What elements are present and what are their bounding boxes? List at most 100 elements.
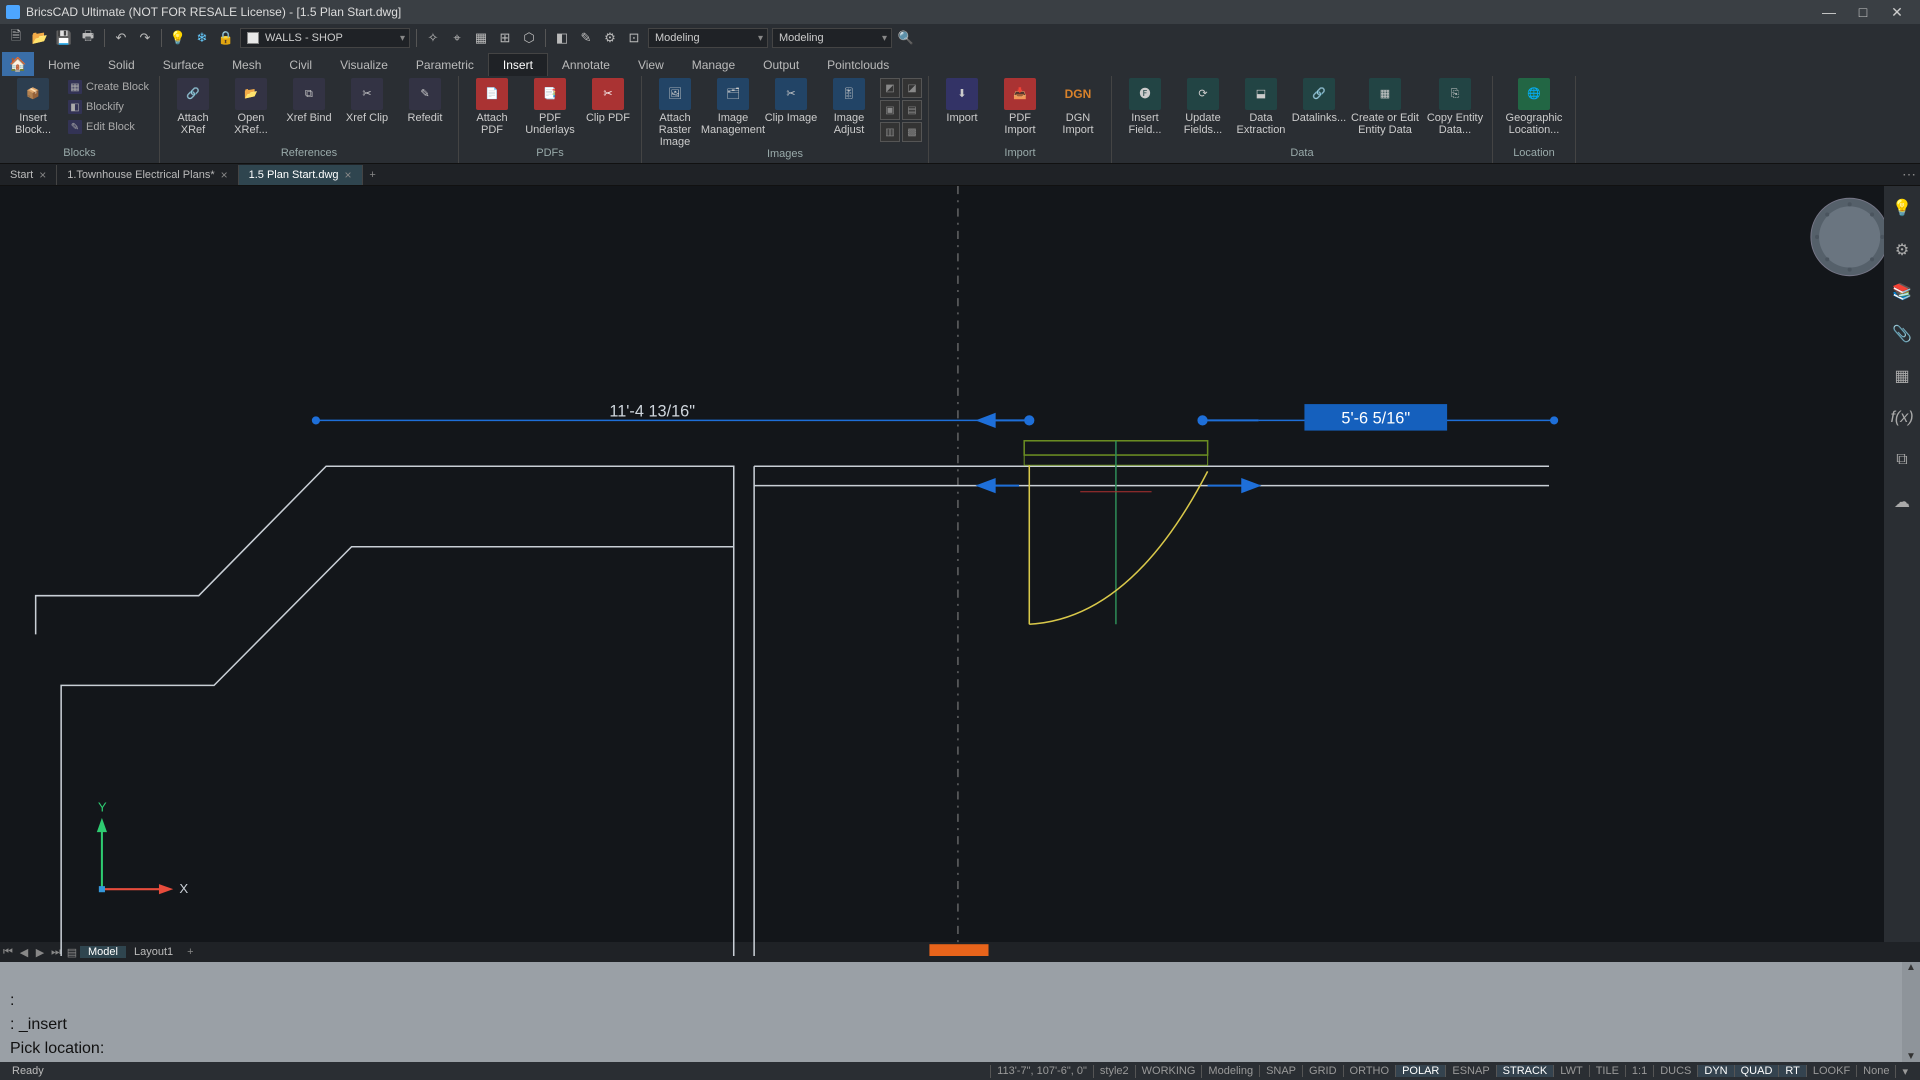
ribbon-tab-parametric[interactable]: Parametric — [402, 54, 488, 76]
ribbon-tab-view[interactable]: View — [624, 54, 678, 76]
ribbon-tab-surface[interactable]: Surface — [149, 54, 218, 76]
xref-bind-button[interactable]: ⧉Xref Bind — [282, 78, 336, 124]
tabs-overflow-icon[interactable]: ⋯ — [1902, 166, 1916, 183]
status-toggle-lookf[interactable]: LOOKF — [1806, 1065, 1856, 1077]
refedit-button[interactable]: ✎Refedit — [398, 78, 452, 124]
doc-tab-townhouse[interactable]: 1.Townhouse Electrical Plans*× — [57, 165, 238, 185]
workspace-dropdown-a[interactable]: Modeling — [648, 28, 768, 48]
layers-icon[interactable]: 📚 — [1890, 280, 1914, 304]
structure-icon[interactable]: ▦ — [1890, 364, 1914, 388]
insert-field-button[interactable]: 🅕Insert Field... — [1118, 78, 1172, 136]
tool-icon[interactable]: ⚙ — [600, 28, 620, 48]
status-toggle-1:1[interactable]: 1:1 — [1625, 1065, 1653, 1077]
pdf-underlays-button[interactable]: 📑PDF Underlays — [523, 78, 577, 136]
close-tab-icon[interactable]: × — [39, 168, 46, 182]
blocks-icon[interactable]: ⧉ — [1890, 448, 1914, 472]
status-toggle-ortho[interactable]: ORTHO — [1343, 1065, 1396, 1077]
attach-xref-button[interactable]: 🔗Attach XRef — [166, 78, 220, 136]
copy-entity-data-button[interactable]: ⎘Copy Entity Data... — [1424, 78, 1486, 136]
status-toggle-grid[interactable]: GRID — [1302, 1065, 1343, 1077]
image-adjust-button[interactable]: 🎚Image Adjust — [822, 78, 876, 136]
tips-icon[interactable]: 💡 — [1890, 196, 1914, 220]
image-mini-button[interactable]: ◪ — [902, 78, 922, 98]
add-document-button[interactable]: + — [363, 169, 383, 181]
update-fields-button[interactable]: ⟳Update Fields... — [1176, 78, 1230, 136]
image-mini-button[interactable]: ◩ — [880, 78, 900, 98]
geographic-location-button[interactable]: 🌐Geographic Location... — [1499, 78, 1569, 136]
status-toggle-dyn[interactable]: DYN — [1697, 1065, 1733, 1077]
layer-dropdown[interactable]: WALLS - SHOP — [240, 28, 410, 48]
tool-icon[interactable]: ⊡ — [624, 28, 644, 48]
maximize-button[interactable]: □ — [1846, 2, 1880, 22]
blockify-button[interactable]: ◧Blockify — [64, 98, 153, 116]
create-entity-data-button[interactable]: ▦Create or Edit Entity Data — [1350, 78, 1420, 136]
status-toggle-esnap[interactable]: ESNAP — [1445, 1065, 1495, 1077]
close-button[interactable]: ✕ — [1880, 2, 1914, 22]
clip-image-button[interactable]: ✂Clip Image — [764, 78, 818, 124]
settings-icon[interactable]: ⚙ — [1890, 238, 1914, 262]
save-icon[interactable]: 💾 — [54, 28, 74, 48]
search-icon[interactable]: 🔍 — [896, 28, 916, 48]
layer-freeze-icon[interactable]: ❄ — [192, 28, 212, 48]
image-mini-button[interactable]: ▥ — [880, 122, 900, 142]
ribbon-tab-insert[interactable]: Insert — [488, 53, 548, 76]
new-icon[interactable]: 🗎 — [6, 28, 26, 48]
open-icon[interactable]: 📂 — [30, 28, 50, 48]
status-toggle-polar[interactable]: POLAR — [1395, 1065, 1445, 1077]
status-toggle-quad[interactable]: QUAD — [1734, 1065, 1779, 1077]
ribbon-tab-home[interactable]: Home — [34, 54, 94, 76]
pdf-import-button[interactable]: 📥PDF Import — [993, 78, 1047, 136]
attachments-icon[interactable]: 📎 — [1890, 322, 1914, 346]
datalinks-button[interactable]: 🔗Datalinks... — [1292, 78, 1346, 124]
insert-block-button[interactable]: 📦 Insert Block... — [6, 78, 60, 136]
print-icon[interactable]: 🖶 — [78, 28, 98, 48]
minimize-button[interactable]: — — [1812, 2, 1846, 22]
status-toggle-strack[interactable]: STRACK — [1496, 1065, 1554, 1077]
clip-pdf-button[interactable]: ✂Clip PDF — [581, 78, 635, 124]
import-button[interactable]: ⬇Import — [935, 78, 989, 124]
lookfrom-widget[interactable] — [1811, 198, 1888, 275]
layer-bulb-icon[interactable]: 💡 — [168, 28, 188, 48]
xref-clip-button[interactable]: ✂Xref Clip — [340, 78, 394, 124]
cloud-icon[interactable]: ☁ — [1890, 490, 1914, 514]
data-extraction-button[interactable]: ⬓Data Extraction — [1234, 78, 1288, 136]
close-tab-icon[interactable]: × — [345, 168, 352, 182]
ribbon-tab-solid[interactable]: Solid — [94, 54, 149, 76]
tool-icon[interactable]: ✧ — [423, 28, 443, 48]
tool-icon[interactable]: ⬡ — [519, 28, 539, 48]
image-mini-button[interactable]: ▩ — [902, 122, 922, 142]
ribbon-tab-pointclouds[interactable]: Pointclouds — [813, 54, 903, 76]
dgn-import-button[interactable]: DGNDGN Import — [1051, 78, 1105, 136]
ribbon-tab-civil[interactable]: Civil — [275, 54, 326, 76]
drawing-canvas[interactable]: 11'-4 13/16" 5'-6 5/16" — [0, 186, 1920, 942]
cmd-scrollbar[interactable]: ▲▼ — [1902, 962, 1920, 1062]
tool-icon[interactable]: ✎ — [576, 28, 596, 48]
edit-block-button[interactable]: ✎Edit Block — [64, 118, 153, 136]
status-toggle-snap[interactable]: SNAP — [1259, 1065, 1302, 1077]
status-workspace[interactable]: Modeling — [1201, 1065, 1259, 1078]
status-toggle-tile[interactable]: TILE — [1589, 1065, 1625, 1077]
ribbon-tab-manage[interactable]: Manage — [678, 54, 749, 76]
status-toggle-ducs[interactable]: DUCS — [1653, 1065, 1697, 1077]
fx-icon[interactable]: f(x) — [1890, 406, 1914, 430]
layer-lock-icon[interactable]: 🔒 — [216, 28, 236, 48]
command-window[interactable]: : : _insert Pick location: ▲▼ — [0, 962, 1920, 1062]
attach-raster-button[interactable]: 🖼Attach Raster Image — [648, 78, 702, 148]
status-menu-icon[interactable]: ▾ — [1895, 1065, 1914, 1078]
status-toggle-lwt[interactable]: LWT — [1553, 1065, 1588, 1077]
image-mini-button[interactable]: ▣ — [880, 100, 900, 120]
redo-icon[interactable]: ↷ — [135, 28, 155, 48]
ribbon-tab-visualize[interactable]: Visualize — [326, 54, 402, 76]
tool-icon[interactable]: ⌖ — [447, 28, 467, 48]
status-toggle-none[interactable]: None — [1856, 1065, 1895, 1077]
tool-icon[interactable]: ◧ — [552, 28, 572, 48]
ribbon-tab-output[interactable]: Output — [749, 54, 813, 76]
status-style[interactable]: style2 — [1093, 1065, 1135, 1078]
close-tab-icon[interactable]: × — [221, 168, 228, 182]
create-block-button[interactable]: ▦Create Block — [64, 78, 153, 96]
workspace-dropdown-b[interactable]: Modeling — [772, 28, 892, 48]
tool-icon[interactable]: ▦ — [471, 28, 491, 48]
ribbon-tab-annotate[interactable]: Annotate — [548, 54, 624, 76]
status-coords[interactable]: 113'-7", 107'-6", 0" — [990, 1065, 1093, 1078]
ribbon-tab-mesh[interactable]: Mesh — [218, 54, 275, 76]
